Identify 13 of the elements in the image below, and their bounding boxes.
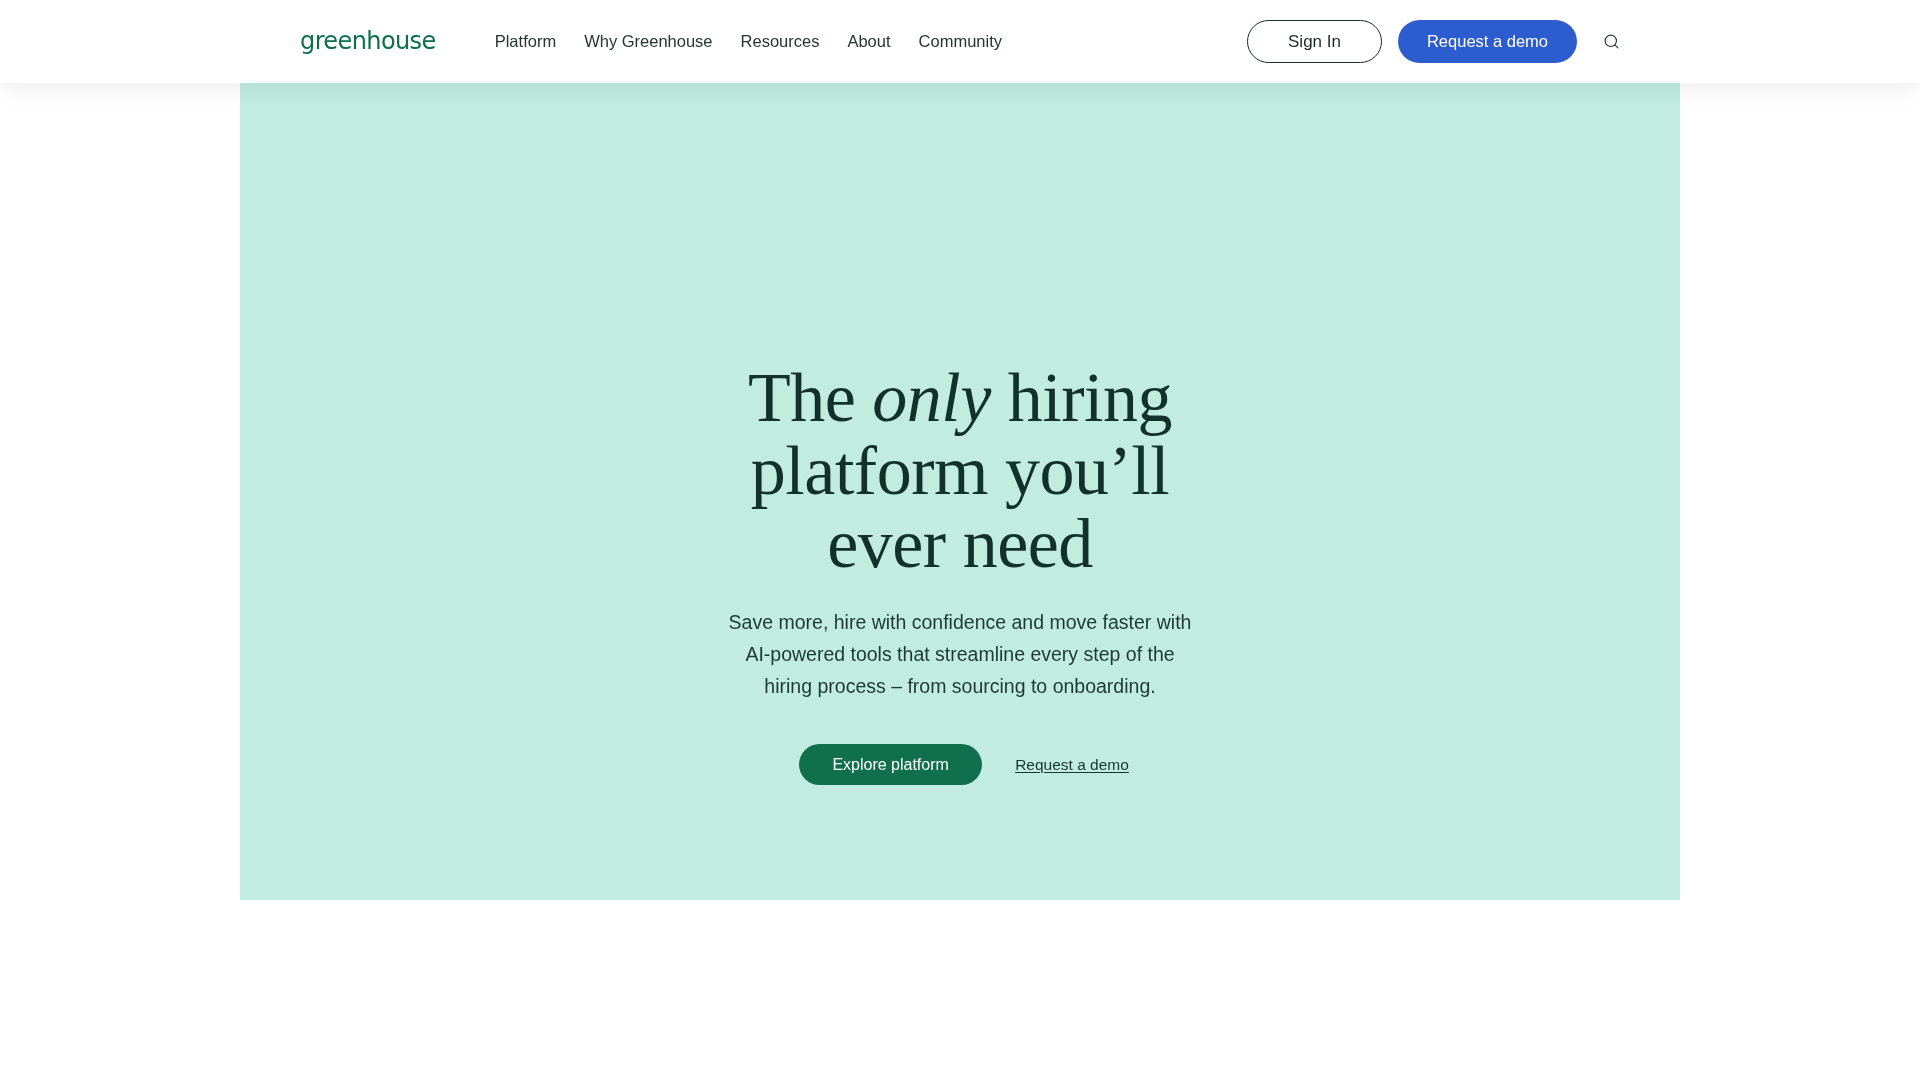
nav-link[interactable]: Community: [918, 32, 1002, 51]
nav-link[interactable]: Platform: [494, 32, 557, 51]
request-demo-button[interactable]: Request a demo: [1398, 20, 1577, 63]
nav-link[interactable]: Resources: [740, 32, 820, 51]
sign-in-button[interactable]: Sign In: [1247, 20, 1382, 63]
hero-headline: The only hiring platform you’ll ever need: [747, 361, 1173, 580]
request-demo-link[interactable]: Request a demo: [1015, 755, 1129, 774]
nav-link[interactable]: Why Greenhouse: [584, 32, 713, 51]
explore-platform-button[interactable]: Explore platform: [799, 744, 983, 785]
search-icon[interactable]: [1603, 33, 1620, 50]
hero-subtitle: Save more, hire with confidence and move faster with AI-powered tools that streamline every step of the hiring process – from sourcing to onboarding.: [727, 610, 1193, 699]
logo[interactable]: greenhouse: [300, 26, 436, 55]
nav-link[interactable]: About: [847, 32, 891, 51]
